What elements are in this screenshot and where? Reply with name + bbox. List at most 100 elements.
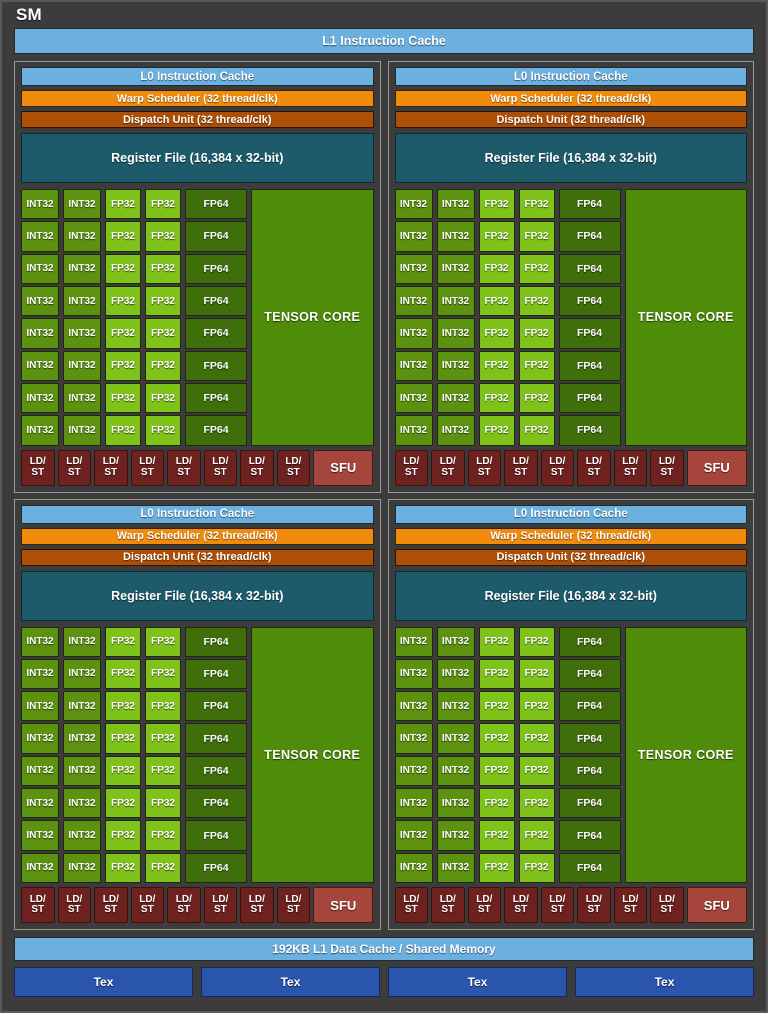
core-cell-int32: INT32 xyxy=(436,318,475,349)
core-cell-fp32: FP32 xyxy=(518,318,555,349)
core-cell-fp32: FP32 xyxy=(518,723,555,754)
core-cell-fp64: FP64 xyxy=(558,350,621,381)
ldst-label-top: LD/ xyxy=(212,456,229,467)
core-cell-fp64: FP64 xyxy=(185,788,247,819)
core-cell-int32: INT32 xyxy=(63,415,101,446)
processing-block-0: L0 Instruction Cache Warp Scheduler (32 t… xyxy=(14,61,381,493)
core-cell-int32: INT32 xyxy=(394,658,433,690)
ldst-unit: LD/ST xyxy=(613,887,648,923)
core-cell-fp32: FP32 xyxy=(105,658,141,690)
core-cell-int32: INT32 xyxy=(436,658,475,690)
ldst-unit: LD/ST xyxy=(650,887,684,923)
core-cell-fp64: FP64 xyxy=(185,691,247,722)
core-cell-fp32: FP32 xyxy=(478,658,515,690)
ldst-unit: LD/ST xyxy=(21,887,55,923)
core-cell-int32: INT32 xyxy=(394,415,433,446)
warp-scheduler: Warp Scheduler (32 thread/clk) xyxy=(21,527,374,545)
core-column-int32: INT32 INT32 INT32 INT32 INT32 INT32 INT32 INT32 xyxy=(436,189,475,446)
core-cell-fp64: FP64 xyxy=(558,189,621,220)
processing-block-row-bottom: L0 Instruction Cache Warp Scheduler (32 t… xyxy=(14,498,754,930)
core-cell-int32: INT32 xyxy=(63,723,101,754)
core-cell-int32: INT32 xyxy=(436,350,475,381)
core-cell-int32: INT32 xyxy=(436,253,475,284)
core-cell-fp32: FP32 xyxy=(105,691,141,722)
core-cell-int32: INT32 xyxy=(63,788,101,819)
core-cell-int32: INT32 xyxy=(436,755,475,787)
ldst-unit: LD/ST xyxy=(540,449,575,486)
core-array: INT32 INT32 INT32 INT32 INT32 INT32 INT32 INT32… xyxy=(394,189,747,446)
core-cell-int32: INT32 xyxy=(21,820,59,851)
ldst-unit: LD/ST xyxy=(577,449,611,486)
ldst-label-bottom: ST xyxy=(140,904,154,915)
tex-unit: Tex xyxy=(575,967,754,997)
core-cell-fp64: FP64 xyxy=(185,253,247,284)
core-cell-int32: INT32 xyxy=(63,626,101,657)
core-cell-fp32: FP32 xyxy=(518,221,555,252)
ldst-label-bottom: ST xyxy=(660,904,674,915)
core-cell-int32: INT32 xyxy=(21,626,59,657)
core-cell-int32: INT32 xyxy=(63,658,101,690)
ldst-label-bottom: ST xyxy=(177,904,191,915)
ldst-unit: LD/ST xyxy=(167,887,201,923)
core-cell-int32: INT32 xyxy=(436,820,475,851)
ldst-label-bottom: ST xyxy=(67,466,81,478)
core-cell-int32: INT32 xyxy=(63,755,101,787)
l0-instruction-cache: L0 Instruction Cache xyxy=(394,504,747,524)
ldst-label-top: LD/ xyxy=(248,456,265,467)
ldst-label-top: LD/ xyxy=(549,456,566,467)
core-column-fp32: FP32 FP32 FP32 FP32 FP32 FP32 FP32 FP32 xyxy=(478,626,515,883)
ldst-sfu-row: LD/ST LD/ST LD/ST LD/ST LD/ST LD/ST LD/ST LD/ST… xyxy=(394,449,748,486)
core-cell-int32: INT32 xyxy=(436,221,475,252)
core-cell-int32: INT32 xyxy=(63,382,101,414)
ldst-label-bottom: ST xyxy=(286,904,300,915)
ldst-unit: LD/ST xyxy=(276,887,311,923)
core-cell-fp64: FP64 xyxy=(558,626,621,657)
core-cell-int32: INT32 xyxy=(21,658,59,690)
ldst-label-bottom: ST xyxy=(587,904,601,915)
core-cell-fp64: FP64 xyxy=(558,755,621,787)
core-cell-fp32: FP32 xyxy=(145,658,181,690)
core-cell-fp64: FP64 xyxy=(185,221,247,252)
core-column-fp64: FP64 FP64 FP64 FP64 FP64 FP64 FP64 FP64 xyxy=(558,189,621,446)
core-cell-fp32: FP32 xyxy=(478,723,515,754)
ldst-label-bottom: ST xyxy=(660,466,674,478)
processing-block-3: L0 Instruction Cache Warp Scheduler (32 t… xyxy=(387,498,754,930)
core-cell-int32: INT32 xyxy=(394,221,433,252)
core-cell-fp32: FP32 xyxy=(478,415,515,446)
core-cell-fp64: FP64 xyxy=(185,820,247,851)
core-cell-fp64: FP64 xyxy=(558,658,621,690)
core-cell-fp32: FP32 xyxy=(145,253,181,284)
core-cell-fp32: FP32 xyxy=(518,415,555,446)
core-cell-fp32: FP32 xyxy=(105,221,141,252)
core-cell-int32: INT32 xyxy=(21,253,59,284)
l0-instruction-cache: L0 Instruction Cache xyxy=(21,504,374,524)
core-cell-int32: INT32 xyxy=(21,723,59,754)
l1-instruction-cache: L1 Instruction Cache xyxy=(14,28,754,54)
core-cell-fp32: FP32 xyxy=(145,350,181,381)
core-cell-fp32: FP32 xyxy=(105,382,141,414)
warp-scheduler: Warp Scheduler (32 thread/clk) xyxy=(21,90,374,107)
ldst-label-bottom: ST xyxy=(250,466,264,478)
ldst-label-top: LD/ xyxy=(512,456,529,467)
register-file: Register File (16,384 x 32-bit) xyxy=(394,133,747,183)
sfu-unit: SFU xyxy=(686,887,747,923)
core-cell-fp32: FP32 xyxy=(145,691,181,722)
ldst-unit: LD/ST xyxy=(467,449,502,486)
core-cell-int32: INT32 xyxy=(63,691,101,722)
core-cell-fp32: FP32 xyxy=(518,189,555,220)
ldst-label-bottom: ST xyxy=(441,904,455,915)
ldst-unit: LD/ST xyxy=(203,887,238,923)
core-cell-int32: INT32 xyxy=(436,852,475,883)
core-cell-fp64: FP64 xyxy=(185,285,247,317)
ldst-label-bottom: ST xyxy=(477,466,491,478)
core-column-fp32: FP32 FP32 FP32 FP32 FP32 FP32 FP32 FP32 xyxy=(478,189,515,446)
core-column-fp32: FP32 FP32 FP32 FP32 FP32 FP32 FP32 FP32 xyxy=(518,189,555,446)
register-file: Register File (16,384 x 32-bit) xyxy=(21,570,374,621)
core-cell-fp32: FP32 xyxy=(145,820,181,851)
core-cell-int32: INT32 xyxy=(394,755,433,787)
tex-unit: Tex xyxy=(388,967,567,997)
core-cell-int32: INT32 xyxy=(394,318,433,349)
core-cell-fp32: FP32 xyxy=(478,350,515,381)
ldst-unit: LD/ST xyxy=(394,887,429,923)
core-cell-fp64: FP64 xyxy=(185,415,247,446)
